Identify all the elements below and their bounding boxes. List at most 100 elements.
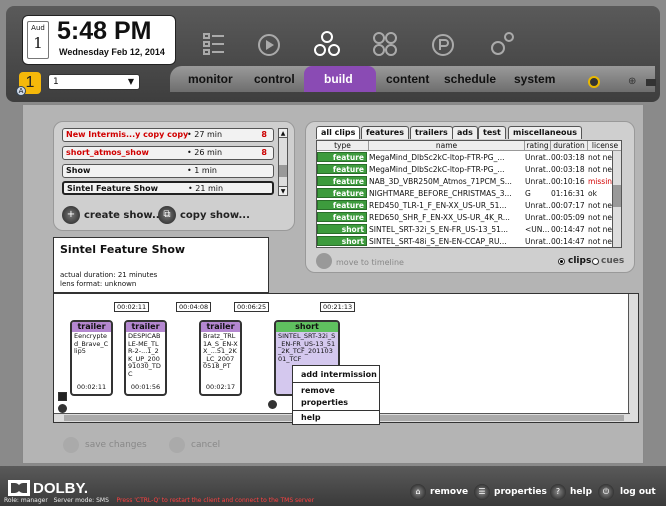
network-icon[interactable]: ⊕ — [628, 76, 640, 88]
tab-all-clips[interactable]: all clips — [316, 126, 361, 139]
clip-row[interactable]: feature MegaMind_DlbSc2kC-ltop-FTR-PG_..… — [317, 164, 620, 175]
copy-show-icon[interactable]: ⧉ — [158, 206, 176, 224]
tab-ads[interactable]: ads — [452, 126, 478, 139]
tab-test[interactable]: test — [478, 126, 506, 139]
show-name: New Intermis...y copy copy — [66, 130, 189, 139]
status-icon[interactable] — [588, 76, 600, 88]
timeline-clip-name: SINTEL_SRT-32i_S_EN-FR_US-13_51_2K_TCF_2… — [278, 332, 336, 363]
scroll-down-icon[interactable]: ▼ — [279, 186, 287, 195]
build-icon[interactable] — [310, 28, 344, 60]
tab-trailers[interactable]: trailers — [410, 126, 453, 139]
clip-rating: <UN... — [525, 225, 550, 234]
clip-name: RED650_SHR_F_EN-XX_US-UR_4K_R... — [369, 213, 510, 222]
radio-cues-label[interactable]: cues — [601, 256, 624, 266]
save-changes-button[interactable]: save changes — [85, 440, 147, 450]
properties-icon[interactable]: ☰ — [474, 484, 490, 500]
dolby-logo-icon — [8, 480, 30, 496]
timeline-clip-type: short — [276, 322, 338, 332]
clip-type-badge: short — [317, 224, 367, 234]
system-gear-icon[interactable] — [484, 28, 518, 60]
play-control-icon[interactable] — [252, 28, 286, 60]
show-item-selected[interactable]: Sintel Feature Show • 21 min — [62, 181, 274, 195]
context-menu: add intermission remove properties help — [292, 365, 380, 425]
scroll-thumb[interactable] — [279, 165, 287, 177]
tab-build[interactable]: build — [324, 72, 353, 86]
clip-row[interactable]: feature NAB_3D_VBR250M_Atmos_71PCM_S... … — [317, 176, 617, 187]
clip-name: RED450_TLR-1_F_EN-XX_US-UR_51... — [369, 201, 507, 210]
tab-schedule[interactable]: schedule — [444, 72, 496, 86]
move-to-timeline-button[interactable]: move to timeline — [336, 258, 404, 267]
menu-item-help[interactable]: help — [301, 413, 321, 422]
list-icon[interactable] — [196, 28, 230, 60]
menu-item-remove[interactable]: remove — [301, 386, 335, 395]
clip-name: SINTEL_SRT-48i_S_EN-EN-CCAP_RU... — [369, 237, 507, 246]
timeline-clip-duration: 00:02:17 — [205, 383, 236, 391]
tab-features[interactable]: features — [361, 126, 409, 139]
clip-row[interactable]: feature NIGHTMARE_BEFORE_CHRISTMAS_3... … — [317, 188, 611, 199]
log-out-button[interactable]: log out — [620, 487, 656, 497]
remove-button[interactable]: remove — [430, 487, 468, 497]
show-item[interactable]: New Intermis...y copy copy • 27 min 8 — [62, 128, 274, 142]
log-out-icon[interactable]: ⏻ — [598, 484, 614, 500]
save-changes-icon[interactable] — [63, 437, 79, 453]
clips-scrollbar[interactable] — [612, 151, 621, 247]
create-show-button[interactable]: create show... — [84, 210, 163, 221]
time-mark: 00:04:08 — [176, 302, 212, 312]
column-duration[interactable]: duration — [551, 141, 588, 151]
cancel-icon[interactable] — [169, 437, 185, 453]
column-type[interactable]: type — [317, 141, 369, 151]
clip-name: NIGHTMARE_BEFORE_CHRISTMAS_3... — [369, 189, 512, 198]
schedule-icon[interactable] — [426, 28, 460, 60]
tab-miscellaneous[interactable]: miscellaneous — [508, 126, 582, 139]
column-license[interactable]: license — [588, 141, 621, 151]
cue-gear-icon[interactable] — [58, 404, 67, 413]
create-show-icon[interactable]: + — [62, 206, 80, 224]
tab-content[interactable]: content — [386, 72, 429, 86]
tab-system[interactable]: system — [514, 72, 555, 86]
clip-row[interactable]: short SINTEL_SRT-32i_S_EN-FR_US-13_51...… — [317, 224, 620, 235]
screen-select[interactable]: 1 ▼ — [48, 74, 140, 90]
time-mark: 00:06:25 — [234, 302, 270, 312]
clip-rating: Unrat... — [525, 153, 551, 162]
timeline-clip[interactable]: trailer Eencrypted_Brave_Clip5 00:02:11 — [70, 320, 113, 396]
clock-widget: Aud 1 5:48 PM Wednesday Feb 12, 2014 — [22, 15, 176, 65]
tab-control[interactable]: control — [254, 72, 295, 86]
timeline-clip[interactable]: trailer DESPICABLE-ME_TLR-2-...1_2K_UP_2… — [124, 320, 167, 396]
tab-monitor[interactable]: monitor — [188, 72, 233, 86]
clip-duration: 00:14:47 — [551, 225, 585, 234]
clip-type-badge: feature — [317, 188, 367, 198]
timeline-vertical-scrollbar[interactable] — [628, 294, 638, 422]
timeline-clip[interactable]: trailer Bratz_TRL1A_S_EN-XX_...51_2K_LC_… — [199, 320, 242, 396]
radio-clips-label[interactable]: clips — [568, 256, 591, 266]
show-item[interactable]: short_atmos_show • 26 min 8 — [62, 146, 274, 160]
move-to-timeline-icon[interactable] — [316, 253, 332, 269]
menu-item-properties[interactable]: properties — [301, 398, 348, 407]
remove-icon[interactable]: ⌂ — [410, 484, 426, 500]
radio-cues[interactable] — [592, 258, 599, 265]
clip-row[interactable]: short SINTEL_SRT-48i_S_EN-EN-CCAP_RU... … — [317, 236, 620, 247]
clip-row[interactable]: feature RED650_SHR_F_EN-XX_US-UR_4K_R...… — [317, 212, 620, 223]
copy-show-button[interactable]: copy show... — [180, 210, 250, 221]
content-icon[interactable] — [368, 28, 402, 60]
clip-row[interactable]: feature MegaMind_DlbSc2kC-ltop-FTR-PG_..… — [317, 152, 620, 163]
clip-row[interactable]: feature RED450_TLR-1_F_EN-XX_US-UR_51...… — [317, 200, 620, 211]
cancel-button[interactable]: cancel — [191, 440, 220, 450]
cue-gear-icon[interactable] — [268, 400, 277, 409]
audio-cue-icon[interactable] — [58, 392, 67, 401]
column-name[interactable]: name — [369, 141, 525, 151]
show-item[interactable]: Show • 1 min — [62, 164, 274, 178]
radio-clips[interactable] — [558, 258, 565, 265]
properties-button[interactable]: properties — [494, 487, 547, 497]
clock-time: 5:48 PM — [57, 17, 152, 45]
keyboard-icon[interactable] — [646, 79, 656, 86]
timeline-clip-name: Eencrypted_Brave_Clip5 — [74, 332, 109, 355]
scroll-up-icon[interactable]: ▲ — [279, 129, 287, 138]
clip-rating: Unrat... — [525, 165, 551, 174]
help-icon[interactable]: ? — [550, 484, 566, 500]
shows-scrollbar[interactable]: ▲ ▼ — [278, 128, 288, 196]
column-rating[interactable]: rating — [525, 141, 551, 151]
help-button[interactable]: help — [570, 487, 592, 497]
menu-item-add-intermission[interactable]: add intermission — [301, 370, 377, 379]
clip-name: MegaMind_DlbSc2kC-ltop-FTR-PG_... — [369, 165, 505, 174]
scroll-thumb[interactable] — [613, 185, 621, 207]
